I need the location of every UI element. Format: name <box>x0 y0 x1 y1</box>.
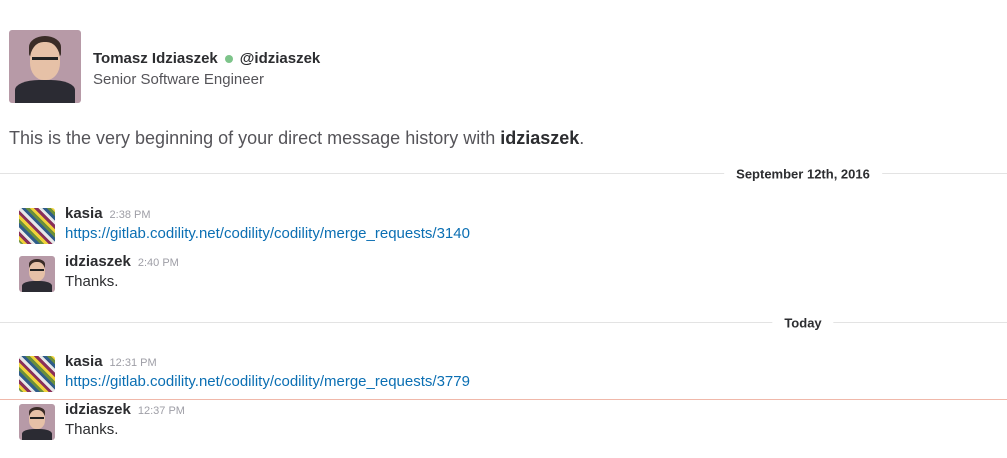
profile-name[interactable]: Tomasz Idziaszek <box>93 50 218 67</box>
message: idziaszek 2:40 PM Thanks. <box>19 253 179 292</box>
day-divider-label: Today <box>772 315 834 331</box>
message-text: Thanks. <box>65 421 119 438</box>
message: kasia 12:31 PM https://gitlab.codility.n… <box>19 353 470 392</box>
day-divider <box>0 322 1007 323</box>
presence-icon <box>224 54 233 63</box>
profile-title: Senior Software Engineer <box>93 71 264 88</box>
day-divider-label: September 12th, 2016 <box>724 166 882 182</box>
avatar[interactable] <box>19 404 55 440</box>
intro-text: This is the very beginning of your direc… <box>9 128 501 148</box>
intro-user[interactable]: idziaszek <box>500 128 579 148</box>
timestamp[interactable]: 12:37 PM <box>138 405 185 417</box>
sender-name[interactable]: idziaszek <box>65 253 131 270</box>
history-intro: This is the very beginning of your direc… <box>9 128 584 149</box>
avatar[interactable] <box>19 356 55 392</box>
sender-name[interactable]: idziaszek <box>65 401 131 418</box>
timestamp[interactable]: 2:38 PM <box>110 209 151 221</box>
message: kasia 2:38 PM https://gitlab.codility.ne… <box>19 205 470 244</box>
profile-handle[interactable]: @idziaszek <box>240 50 321 67</box>
timestamp[interactable]: 2:40 PM <box>138 257 179 269</box>
avatar[interactable] <box>19 208 55 244</box>
message-link[interactable]: https://gitlab.codility.net/codility/cod… <box>65 225 470 242</box>
sender-name[interactable]: kasia <box>65 205 103 222</box>
avatar[interactable] <box>19 256 55 292</box>
profile-header: Tomasz Idziaszek @idziaszek Senior Softw… <box>9 30 320 103</box>
profile-avatar[interactable] <box>9 30 81 103</box>
message: idziaszek 12:37 PM Thanks. <box>19 401 185 440</box>
message-text: Thanks. <box>65 273 119 290</box>
timestamp[interactable]: 12:31 PM <box>110 357 157 369</box>
message-link[interactable]: https://gitlab.codility.net/codility/cod… <box>65 373 470 390</box>
new-messages-line <box>0 399 1007 400</box>
intro-suffix: . <box>579 128 585 148</box>
sender-name[interactable]: kasia <box>65 353 103 370</box>
